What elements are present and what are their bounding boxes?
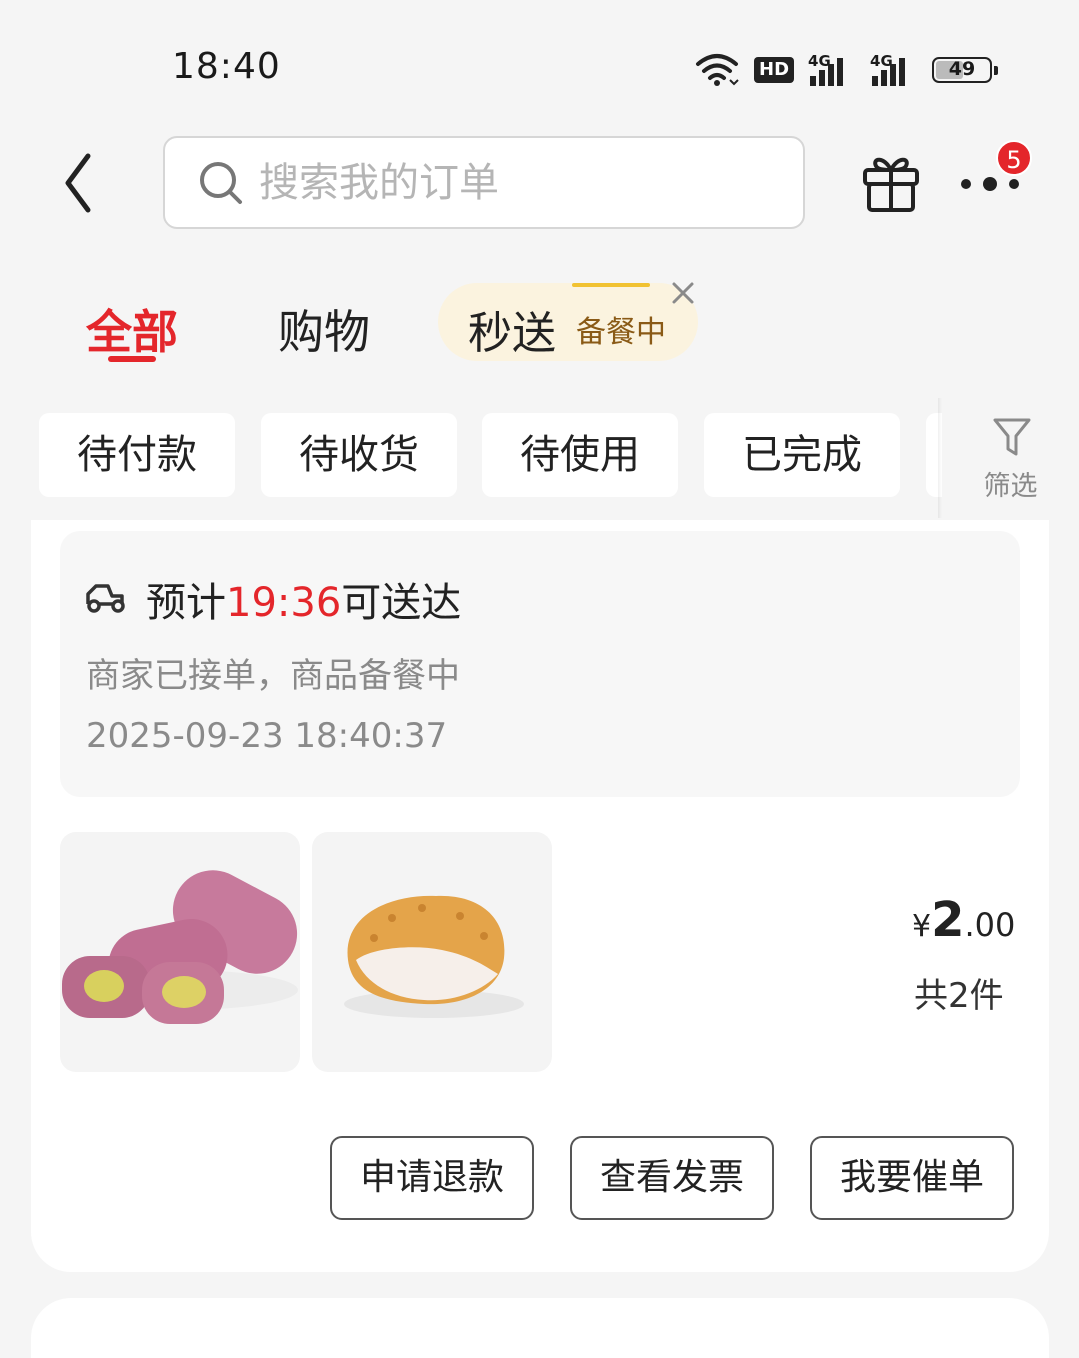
back-icon [65, 153, 91, 213]
eta-suffix: 可送达 [341, 580, 462, 626]
store-status: 商家已接单，商品备餐中 [86, 656, 460, 696]
tab-flash-status: 备餐中 [576, 315, 666, 350]
gift-button[interactable] [858, 150, 924, 216]
tab-flash-delivery[interactable]: 秒送 备餐中 [438, 283, 698, 361]
delivery-eta: 预计19:36可送达 [146, 570, 461, 628]
battery-level: 49 [948, 58, 976, 80]
tab-all[interactable]: 全部 [86, 296, 178, 362]
active-tab-indicator [108, 356, 156, 362]
hd-icon: HD [754, 57, 795, 83]
filter-button[interactable]: 筛选 [942, 398, 1079, 522]
flash-highlight [572, 283, 650, 287]
battery-icon: 49 [932, 57, 999, 83]
filter-chip-completed[interactable]: 已完成 [704, 413, 900, 497]
price-integer: 2 [931, 892, 965, 948]
filter-chip-pending-use[interactable]: 待使用 [482, 413, 678, 497]
gift-icon [863, 157, 919, 212]
search-bar[interactable] [163, 136, 805, 229]
order-price: ¥2.00 [912, 892, 1015, 948]
urge-order-button[interactable]: 我要催单 [810, 1136, 1014, 1220]
flash-tab-close-button[interactable] [666, 276, 700, 310]
search-icon [200, 161, 242, 204]
order-timestamp: 2025-09-23 18:40:37 [86, 716, 448, 756]
eta-time: 19:36 [226, 580, 342, 626]
tab-flash-label: 秒送 [468, 308, 556, 359]
product-thumbnail-mochi[interactable] [60, 832, 300, 1072]
item-count: 共2件 [914, 976, 1004, 1016]
search-input[interactable] [259, 159, 779, 206]
filter-chip-pending-payment[interactable]: 待付款 [39, 413, 235, 497]
tab-shopping[interactable]: 购物 [278, 296, 370, 362]
delivery-scooter-icon [82, 574, 128, 618]
product-thumbnail-chicken[interactable] [312, 832, 552, 1072]
view-invoice-button[interactable]: 查看发票 [570, 1136, 774, 1220]
price-currency: ¥ [912, 909, 932, 944]
signal-icon: 4G [870, 52, 918, 88]
next-order-card[interactable] [31, 1298, 1049, 1358]
filter-label: 筛选 [983, 471, 1038, 502]
filter-chip-pending-receipt[interactable]: 待收货 [261, 413, 457, 497]
close-icon [672, 282, 694, 304]
signal-icon: 4G [808, 52, 856, 88]
status-time: 18:40 [172, 46, 281, 87]
notification-badge: 5 [996, 140, 1032, 176]
back-button[interactable] [56, 150, 106, 220]
filter-icon [993, 418, 1031, 456]
eta-prefix: 预计 [146, 580, 226, 626]
price-decimal: .00 [964, 906, 1016, 944]
apply-refund-button[interactable]: 申请退款 [330, 1136, 534, 1220]
wifi-icon [696, 54, 739, 86]
status-icons: HD 4G 4G 49 [694, 48, 999, 92]
